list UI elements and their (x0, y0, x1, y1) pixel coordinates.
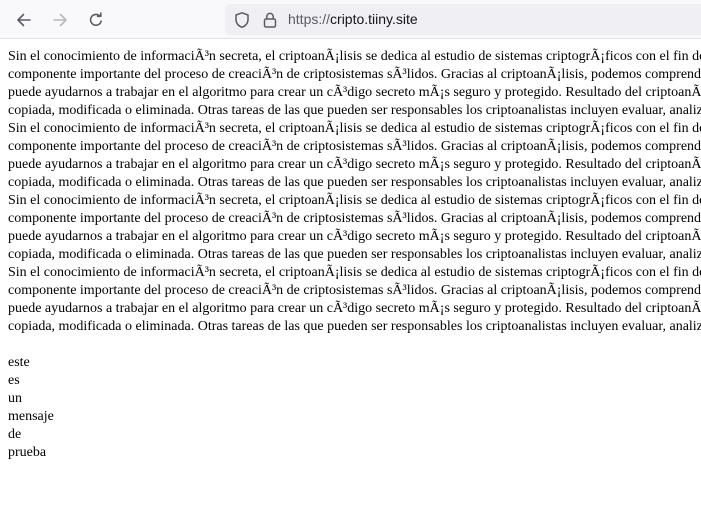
paragraph-line: Sin el conocimiento de informaciÃ³n secr… (8, 265, 701, 280)
paragraph-line: Sin el conocimiento de informaciÃ³n secr… (8, 193, 701, 208)
paragraph-line: Sin el conocimiento de informaciÃ³n secr… (8, 49, 701, 64)
paragraph-line: puede ayudarnos a trabajar en el algorit… (8, 229, 701, 244)
paragraph-line: componente importante del proceso de cre… (8, 283, 701, 298)
browser-toolbar: https://cripto.tiiny.site (0, 0, 701, 39)
lock-icon[interactable] (261, 11, 279, 29)
word-line: mensaje (8, 409, 54, 424)
page-content: Sin el conocimiento de informaciÃ³n secr… (0, 40, 701, 528)
arrow-left-icon (17, 13, 31, 27)
word-line: este (8, 355, 30, 370)
paragraph-line: componente importante del proceso de cre… (8, 139, 701, 154)
url-bar[interactable]: https://cripto.tiiny.site (225, 4, 701, 35)
back-button[interactable] (11, 7, 37, 33)
paragraph-line: Sin el conocimiento de informaciÃ³n secr… (8, 121, 701, 136)
document-body: Sin el conocimiento de informaciÃ³n secr… (8, 48, 701, 462)
url-text[interactable]: https://cripto.tiiny.site (288, 11, 418, 28)
paragraph-line: copiada, modificada o eliminada. Otras t… (8, 175, 701, 190)
shield-icon[interactable] (233, 11, 251, 29)
url-host: cripto.tiiny.site (330, 11, 418, 27)
paragraph: Sin el conocimiento de informaciÃ³n secr… (8, 48, 701, 336)
paragraph-line: puede ayudarnos a trabajar en el algorit… (8, 301, 701, 316)
paragraph-line: puede ayudarnos a trabajar en el algorit… (8, 85, 701, 100)
paragraph-line: componente importante del proceso de cre… (8, 67, 701, 82)
arrow-right-icon (53, 13, 67, 27)
paragraph-line: puede ayudarnos a trabajar en el algorit… (8, 157, 701, 172)
forward-button[interactable] (47, 7, 73, 33)
word-list: este es un mensaje de prueba (8, 354, 701, 462)
word-line: prueba (8, 445, 47, 460)
paragraph-line: copiada, modificada o eliminada. Otras t… (8, 247, 701, 262)
paragraph-line: copiada, modificada o eliminada. Otras t… (8, 103, 701, 118)
paragraph-line: componente importante del proceso de cre… (8, 211, 701, 226)
url-scheme: https:// (288, 11, 331, 27)
reload-button[interactable] (83, 7, 109, 33)
paragraph-line: copiada, modificada o eliminada. Otras t… (8, 319, 701, 334)
word-line: es (8, 373, 20, 388)
reload-icon (89, 12, 102, 26)
word-line: de (8, 427, 22, 442)
word-line: un (8, 391, 22, 406)
